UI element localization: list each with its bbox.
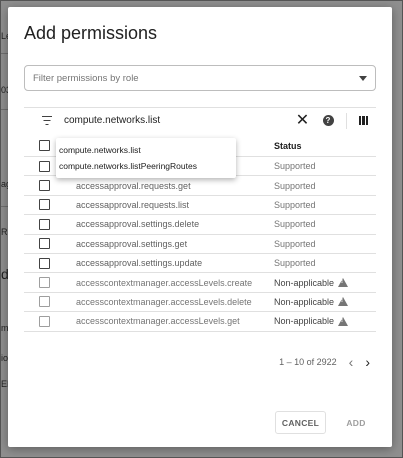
table-row[interactable]: accesscontextmanager.accessLevels.get Non…: [24, 312, 376, 332]
permission-status: Supported: [274, 239, 316, 249]
permission-filter-bar[interactable]: compute.networks.list ✕ ?: [24, 107, 376, 133]
column-display-icon[interactable]: [358, 116, 368, 125]
permission-name: accessapproval.settings.update: [76, 258, 203, 269]
status-column-header: Status: [274, 140, 302, 151]
permission-name: accesscontextmanager.accessLevels.create: [76, 277, 253, 288]
close-icon[interactable]: ✕: [293, 112, 313, 129]
permission-name: accessapproval.settings.get: [76, 238, 188, 249]
permission-status: Non-applicable: [274, 277, 349, 288]
table-row[interactable]: accesscontextmanager.accessLevels.create…: [24, 273, 376, 293]
pagination: 1 – 10 of 2922 ‹ ›: [24, 352, 376, 372]
dropdown-arrow-icon: [359, 75, 367, 81]
autocomplete-dropdown: compute.networks.list compute.networks.l…: [56, 138, 236, 178]
status-text: Supported: [274, 199, 316, 210]
filter-query-input[interactable]: compute.networks.list: [64, 115, 293, 126]
cancel-button[interactable]: CANCEL: [275, 411, 326, 434]
row-checkbox[interactable]: [39, 180, 50, 192]
status-text: Supported: [274, 258, 316, 269]
permission-status: Non-applicable: [274, 296, 349, 307]
permission-status: Supported: [274, 219, 316, 229]
row-checkbox[interactable]: [39, 218, 50, 230]
warning-icon[interactable]: [338, 278, 349, 288]
status-text: Supported: [274, 180, 316, 191]
status-text: Supported: [274, 161, 316, 172]
autocomplete-option[interactable]: compute.networks.listPeeringRoutes: [56, 158, 236, 174]
add-button[interactable]: ADD: [341, 411, 371, 434]
help-icon[interactable]: ?: [322, 115, 334, 126]
table-row[interactable]: accessapproval.settings.get Supported: [24, 235, 376, 254]
role-filter-placeholder: Filter permissions by role: [33, 72, 139, 84]
row-checkbox[interactable]: [39, 296, 50, 308]
row-checkbox[interactable]: [39, 315, 50, 327]
chevron-right-icon[interactable]: ›: [365, 355, 370, 369]
permission-name: accesscontextmanager.accessLevels.get: [76, 316, 240, 327]
permission-status: Supported: [274, 181, 316, 191]
warning-icon[interactable]: [338, 297, 349, 307]
dialog-title: Add permissions: [24, 23, 158, 43]
permission-status: Supported: [274, 258, 316, 268]
row-checkbox[interactable]: [39, 160, 50, 172]
row-checkbox[interactable]: [39, 257, 50, 269]
select-all-checkbox[interactable]: [39, 140, 50, 151]
row-checkbox[interactable]: [39, 238, 50, 250]
toolbar-divider: [345, 112, 347, 129]
table-row[interactable]: accessapproval.requests.list Supported: [24, 196, 376, 216]
permission-name: accessapproval.requests.list: [76, 199, 190, 210]
chevron-left-icon[interactable]: ‹: [349, 355, 354, 369]
permission-name: accesscontextmanager.accessLevels.delete: [76, 296, 252, 307]
warning-icon[interactable]: [338, 316, 349, 326]
status-text: Non-applicable: [274, 296, 335, 307]
table-row[interactable]: accesscontextmanager.accessLevels.delete…: [24, 293, 376, 313]
permission-status: Supported: [274, 200, 316, 210]
filter-list-icon: [38, 115, 56, 127]
table-row[interactable]: accessapproval.requests.get Supported: [24, 176, 376, 196]
row-checkbox[interactable]: [39, 199, 50, 211]
pagination-range: 1 – 10 of 2922: [279, 357, 337, 367]
permission-status: Supported: [274, 161, 316, 171]
status-text: Supported: [274, 219, 316, 230]
add-permissions-dialog: Add permissions Filter permissions by ro…: [8, 7, 392, 447]
row-checkbox[interactable]: [39, 277, 50, 289]
permission-name: accessapproval.requests.get: [76, 180, 191, 191]
table-row[interactable]: accessapproval.settings.update Supported: [24, 254, 376, 274]
status-text: Supported: [274, 238, 316, 249]
permission-name: accessapproval.settings.delete: [76, 219, 200, 230]
permission-status: Non-applicable: [274, 316, 349, 327]
autocomplete-option[interactable]: compute.networks.list: [56, 142, 236, 158]
status-text: Non-applicable: [274, 316, 335, 327]
status-text: Non-applicable: [274, 277, 335, 288]
role-filter-select[interactable]: Filter permissions by role: [24, 65, 376, 91]
table-row[interactable]: accessapproval.settings.delete Supported: [24, 215, 376, 235]
